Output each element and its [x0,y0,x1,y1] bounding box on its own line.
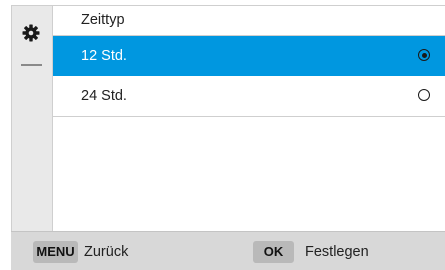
bottom-bar: MENU Zurück OK Festlegen [11,231,445,270]
ok-key-button[interactable]: OK [253,241,294,263]
option-12h[interactable]: 12 Std. [53,36,445,76]
menu-key-button[interactable]: MENU [33,241,78,263]
option-label: 12 Std. [81,48,127,64]
camera-settings-screen: Zeittyp 12 Std. 24 Std. MENU Zurück OK F… [0,0,445,270]
option-24h[interactable]: 24 Std. [53,76,445,117]
option-label: 24 Std. [81,88,127,104]
option-list: Zeittyp 12 Std. 24 Std. [53,6,445,231]
set-label: Festlegen [305,244,369,260]
menu-title: Zeittyp [53,6,445,36]
gear-icon[interactable] [22,24,40,42]
sidebar-divider [21,64,42,66]
back-label: Zurück [84,244,129,260]
radio-unselected-icon [418,89,430,101]
settings-panel: Zeittyp 12 Std. 24 Std. [11,5,445,231]
radio-selected-icon [418,49,430,61]
sidebar [12,6,53,231]
